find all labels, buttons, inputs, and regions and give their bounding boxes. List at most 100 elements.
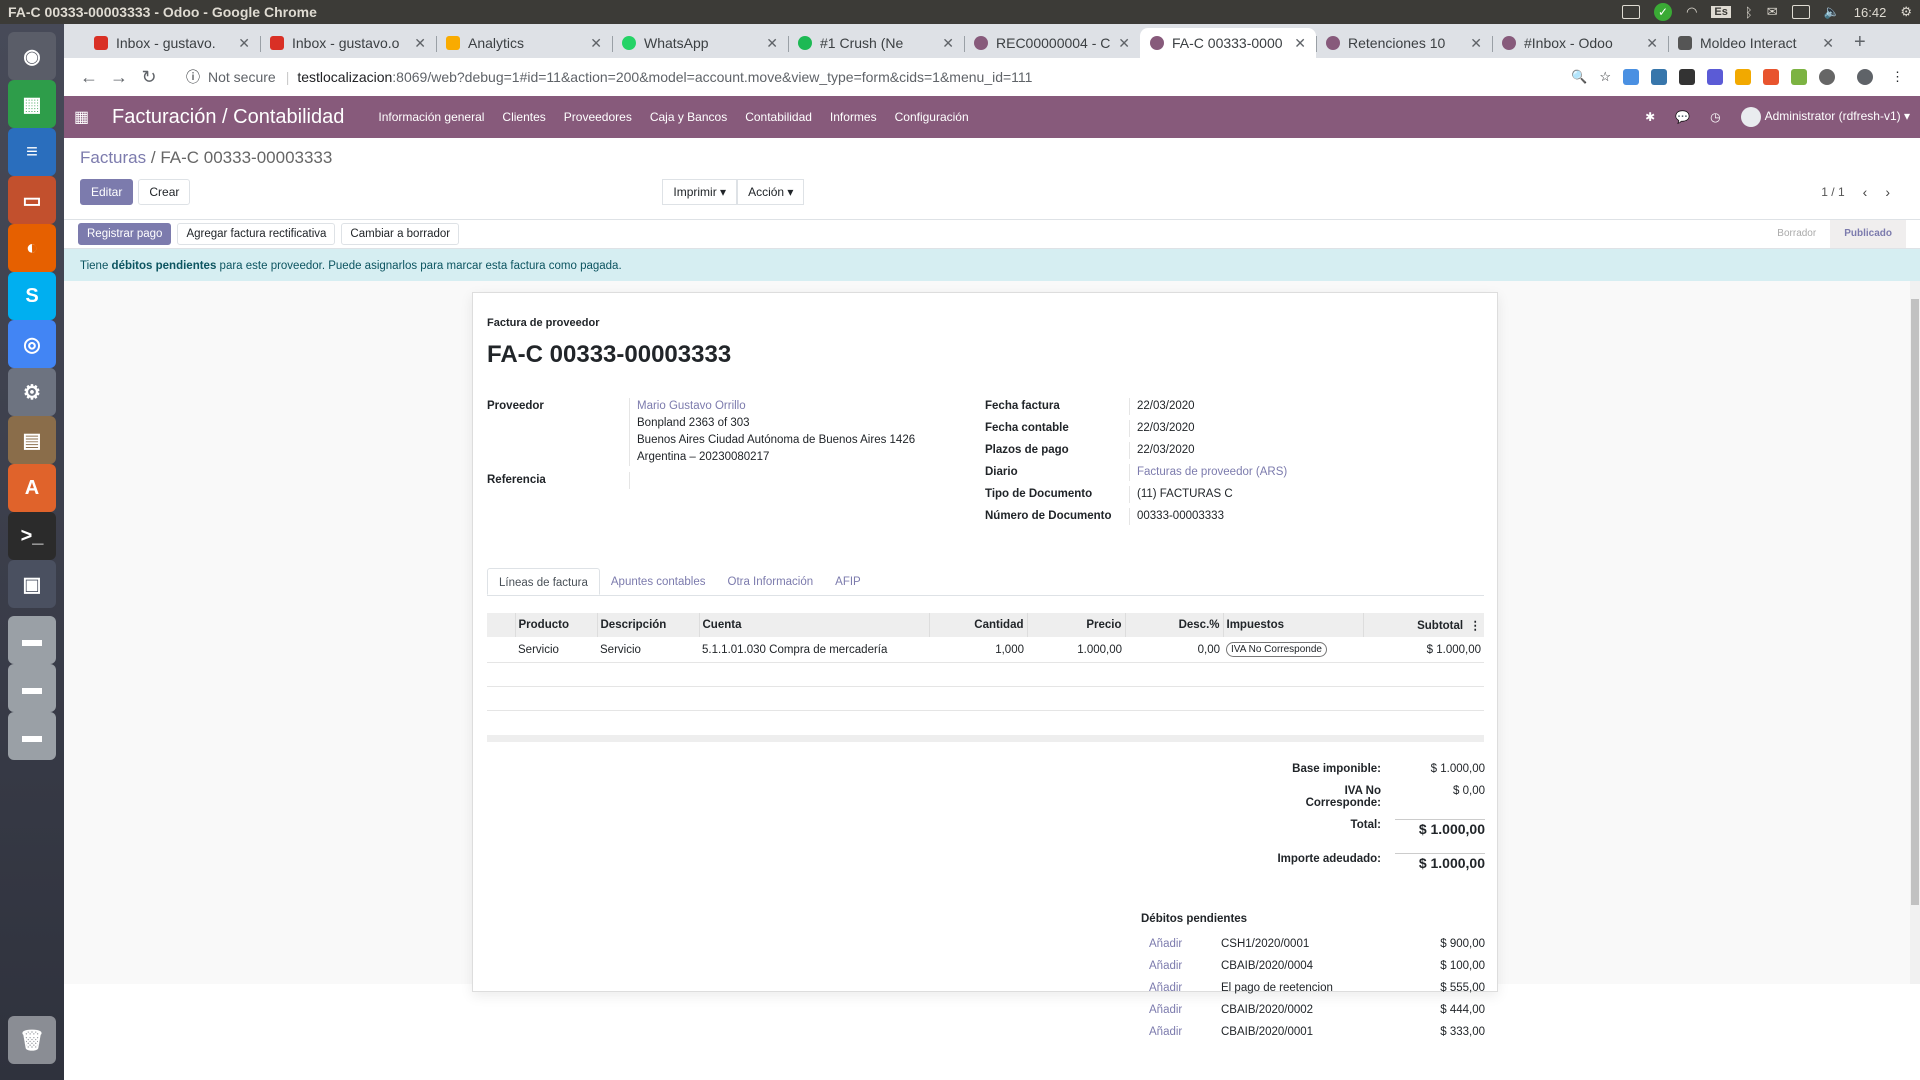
menu-item-customers[interactable]: Clientes [502,110,545,124]
add-outstanding-link[interactable]: Añadir [1149,1026,1221,1038]
close-tab-icon[interactable]: ✕ [1646,35,1658,52]
col-description[interactable]: Descripción [596,613,699,637]
file-manager-icon[interactable]: ▤ [8,416,56,464]
create-button[interactable]: Crear [138,179,191,205]
mail-icon[interactable]: ✉ [1767,4,1778,20]
browser-tab[interactable]: WhatsApp ✕ [612,28,788,58]
close-tab-icon[interactable]: ✕ [414,35,426,52]
sync-ok-icon[interactable]: ✓ [1654,3,1673,21]
register-payment-button[interactable]: Registrar pago [78,223,172,245]
add-outstanding-link[interactable]: Añadir [1149,960,1221,972]
drive-icon-2[interactable]: ▬ [8,664,56,712]
presentation-app-icon[interactable]: ▭ [8,176,56,224]
extension-icon[interactable] [1819,69,1835,85]
skype-icon[interactable]: S [8,272,56,320]
add-outstanding-link[interactable]: Añadir [1149,1004,1221,1016]
col-product[interactable]: Producto [514,613,597,637]
clock[interactable]: 16:42 [1854,5,1887,20]
chat-icon[interactable]: 💬 [1675,110,1690,124]
system-settings-icon[interactable]: ⚙ [8,368,56,416]
close-tab-icon[interactable]: ✕ [1118,35,1130,52]
page-scrollbar[interactable] [1910,281,1920,984]
activity-clock-icon[interactable]: ◷ [1710,110,1720,124]
menu-item-vendors[interactable]: Proveedores [564,110,632,124]
forward-button[interactable]: → [104,67,134,88]
browser-tab[interactable]: Inbox - gustavo. ✕ [84,28,260,58]
extension-icon[interactable] [1763,69,1779,85]
browser-tab[interactable]: Analytics ✕ [436,28,612,58]
col-subtotal[interactable]: Subtotal ⋮ [1362,613,1484,637]
reload-button[interactable]: ↻ [134,67,164,88]
user-menu[interactable]: Administrator (rdfresh-v1) ▾ [1740,107,1910,127]
back-button[interactable]: ← [74,67,104,88]
col-quantity[interactable]: Cantidad [928,613,1027,637]
browser-tab[interactable]: #Inbox - Odoo ✕ [1492,28,1668,58]
bluetooth-icon[interactable]: ᛒ [1745,5,1753,20]
tab-journal-items[interactable]: Apuntes contables [600,568,717,595]
breadcrumb-invoices-link[interactable]: Facturas [80,148,146,167]
browser-tab[interactable]: #1 Crush (Ne ✕ [788,28,964,58]
col-account[interactable]: Cuenta [698,613,929,637]
apps-grid-icon[interactable]: ▦ [74,107,98,127]
add-outstanding-link[interactable]: Añadir [1149,982,1221,994]
info-icon[interactable]: ⓘ [186,67,200,87]
keyboard-layout[interactable]: Es [1711,6,1731,18]
extension-icon[interactable] [1707,69,1723,85]
extension-icon[interactable] [1735,69,1751,85]
edit-button[interactable]: Editar [80,179,134,205]
pager-next-icon[interactable]: › [1885,184,1890,200]
drive-icon-1[interactable]: ▬ [8,616,56,664]
close-tab-icon[interactable]: ✕ [1822,35,1834,52]
chrome-icon[interactable]: ◎ [8,320,56,368]
scrollbar-thumb[interactable] [1911,299,1919,905]
col-taxes[interactable]: Impuestos [1222,613,1363,637]
zoom-icon[interactable]: 🔍 [1571,69,1587,85]
add-outstanding-link[interactable]: Añadir [1149,938,1221,950]
extension-icon[interactable] [1623,69,1639,85]
software-center-icon[interactable]: A [8,464,56,512]
journal-link[interactable]: Facturas de proveedor (ARS) [1129,464,1485,481]
extension-icon[interactable] [1679,69,1695,85]
browser-tab[interactable]: Moldeo Interact ✕ [1668,28,1844,58]
close-tab-icon[interactable]: ✕ [766,35,778,52]
action-dropdown[interactable]: Acción ▾ [737,179,805,205]
pager-value[interactable]: 1 / 1 [1821,185,1844,199]
menu-item-overview[interactable]: Información general [378,110,484,124]
col-price[interactable]: Precio [1026,613,1125,637]
extension-icon[interactable] [1791,69,1807,85]
reset-to-draft-button[interactable]: Cambiar a borrador [341,223,460,245]
drive-icon-3[interactable]: ▬ [8,712,56,760]
browser-tab[interactable]: REC00000004 - C ✕ [964,28,1140,58]
app-brand[interactable]: Facturación / Contabilidad [112,106,344,129]
tab-afip[interactable]: AFIP [824,568,872,595]
browser-tab[interactable]: Inbox - gustavo.o ✕ [260,28,436,58]
close-tab-icon[interactable]: ✕ [1470,35,1482,52]
new-tab-button[interactable]: + [1854,31,1866,54]
browser-tab[interactable]: Retenciones 10 ✕ [1316,28,1492,58]
menu-item-accounting[interactable]: Contabilidad [745,110,812,124]
table-row[interactable]: Servicio Servicio 5.1.1.01.030 Compra de… [487,637,1484,663]
writer-app-icon[interactable]: ≡ [8,128,56,176]
volume-icon[interactable]: 🔈 [1824,4,1840,20]
battery-icon[interactable] [1791,5,1810,19]
terminal-icon[interactable]: >_ [8,512,56,560]
optional-columns-icon[interactable]: ⋮ [1470,620,1482,632]
trash-icon[interactable]: 🗑 [8,1016,56,1064]
close-tab-icon[interactable]: ✕ [590,35,602,52]
settings-gear-icon[interactable]: ⚙ [1900,4,1912,20]
close-tab-icon[interactable]: ✕ [238,35,250,52]
workspace-switcher-icon[interactable]: ▣ [8,560,56,608]
tab-other-info[interactable]: Otra Información [717,568,825,595]
menu-item-reports[interactable]: Informes [830,110,877,124]
col-discount[interactable]: Desc.% [1124,613,1223,637]
python-extension-icon[interactable] [1651,69,1667,85]
close-tab-icon[interactable]: ✕ [942,35,954,52]
browser-menu-icon[interactable]: ⋮ [1891,69,1904,85]
pager-previous-icon[interactable]: ‹ [1863,184,1868,200]
print-dropdown[interactable]: Imprimir ▾ [662,179,738,205]
profile-avatar-icon[interactable] [1857,69,1873,85]
menu-item-configuration[interactable]: Configuración [895,110,969,124]
add-refund-button[interactable]: Agregar factura rectificativa [177,223,336,245]
tab-invoice-lines[interactable]: Líneas de factura [487,568,600,595]
partner-link[interactable]: Mario Gustavo Orrillo [637,400,746,412]
